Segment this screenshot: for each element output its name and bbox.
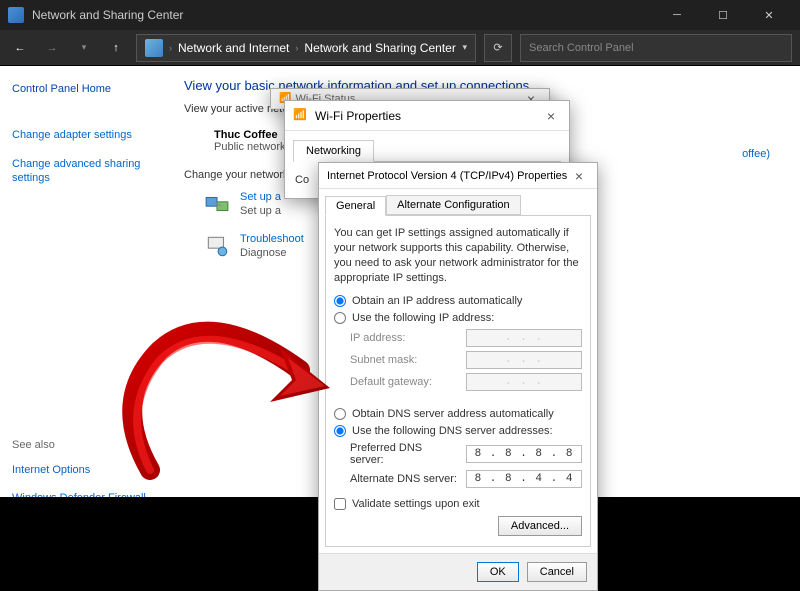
navigation-bar: ← → ▾ ↑ › Network and Internet › Network…: [0, 30, 800, 66]
minimize-button[interactable]: ─: [654, 0, 700, 30]
pref-dns-input[interactable]: 8 . 8 . 8 . 8: [466, 445, 582, 463]
setup-connection-icon: [204, 191, 230, 217]
search-input[interactable]: Search Control Panel: [520, 34, 792, 62]
control-panel-home-link[interactable]: Control Panel Home: [12, 82, 158, 96]
radio-obtain-ip-auto[interactable]: [334, 295, 346, 307]
window-titlebar: Network and Sharing Center ─ ☐ ✕: [0, 0, 800, 30]
back-button[interactable]: ←: [8, 36, 32, 60]
see-also-label: See also: [12, 439, 158, 451]
chevron-down-icon[interactable]: ▾: [462, 42, 467, 53]
maximize-button[interactable]: ☐: [700, 0, 746, 30]
network-icon: [145, 39, 163, 57]
radio-use-dns-label: Use the following DNS server addresses:: [352, 425, 553, 437]
validate-checkbox[interactable]: [334, 498, 346, 510]
breadcrumb[interactable]: › Network and Internet › Network and Sha…: [136, 34, 476, 62]
gateway-input: . . .: [466, 373, 582, 391]
close-icon[interactable]: ×: [541, 108, 561, 124]
task-troubleshoot-link[interactable]: Troubleshoot: [240, 233, 304, 245]
radio-obtain-ip-auto-label: Obtain an IP address automatically: [352, 295, 522, 307]
ip-address-input: . . .: [466, 329, 582, 347]
alt-dns-label: Alternate DNS server:: [350, 473, 458, 485]
ipv4-dialog-title: Internet Protocol Version 4 (TCP/IPv4) P…: [327, 170, 567, 182]
gateway-label: Default gateway:: [350, 376, 458, 388]
radio-obtain-dns-auto-label: Obtain DNS server address automatically: [352, 408, 554, 420]
ipv4-properties-dialog: Internet Protocol Version 4 (TCP/IPv4) P…: [318, 162, 598, 591]
alt-dns-input[interactable]: 8 . 8 . 4 . 4: [466, 470, 582, 488]
task-setup-link[interactable]: Set up a: [240, 191, 281, 203]
subnet-input: . . .: [466, 351, 582, 369]
chevron-right-icon: ›: [295, 43, 298, 53]
radio-use-ip[interactable]: [334, 312, 346, 324]
ipv4-helptext: You can get IP settings assigned automat…: [334, 226, 582, 285]
signal-icon: 📶: [293, 108, 309, 124]
recent-dropdown-icon[interactable]: ▾: [72, 36, 96, 60]
refresh-button[interactable]: ⟳: [484, 34, 512, 62]
radio-use-dns[interactable]: [334, 425, 346, 437]
pref-dns-label: Preferred DNS server:: [350, 442, 458, 466]
forward-button[interactable]: →: [40, 36, 64, 60]
search-placeholder: Search Control Panel: [529, 42, 634, 54]
ok-button[interactable]: OK: [477, 562, 519, 582]
sidebar-link-adapter[interactable]: Change adapter settings: [12, 128, 158, 142]
cancel-button[interactable]: Cancel: [527, 562, 587, 582]
sidebar: Control Panel Home Change adapter settin…: [0, 66, 170, 497]
subnet-label: Subnet mask:: [350, 354, 458, 366]
troubleshoot-icon: [204, 233, 230, 259]
ip-address-label: IP address:: [350, 332, 458, 344]
breadcrumb-level2[interactable]: Network and Sharing Center: [304, 41, 455, 55]
sidebar-link-internet-options[interactable]: Internet Options: [12, 463, 158, 477]
sidebar-link-sharing[interactable]: Change advanced sharing settings: [12, 157, 158, 186]
tab-general[interactable]: General: [325, 196, 386, 216]
validate-label: Validate settings upon exit: [352, 498, 480, 510]
tab-networking[interactable]: Networking: [293, 140, 374, 162]
radio-use-ip-label: Use the following IP address:: [352, 312, 494, 324]
connections-link[interactable]: offee): [742, 148, 770, 160]
radio-obtain-dns-auto[interactable]: [334, 408, 346, 420]
wifi-props-title: Wi-Fi Properties: [315, 109, 401, 123]
close-icon[interactable]: ×: [569, 168, 589, 184]
task-setup-desc: Set up a: [240, 205, 281, 217]
chevron-right-icon: ›: [169, 43, 172, 53]
breadcrumb-level1[interactable]: Network and Internet: [178, 41, 289, 55]
close-button[interactable]: ✕: [746, 0, 792, 30]
window-title: Network and Sharing Center: [32, 8, 654, 22]
up-button[interactable]: ↑: [104, 36, 128, 60]
tab-alternate[interactable]: Alternate Configuration: [386, 195, 521, 215]
advanced-button[interactable]: Advanced...: [498, 516, 582, 536]
task-troubleshoot-desc: Diagnose: [240, 247, 304, 259]
app-icon: [8, 7, 24, 23]
